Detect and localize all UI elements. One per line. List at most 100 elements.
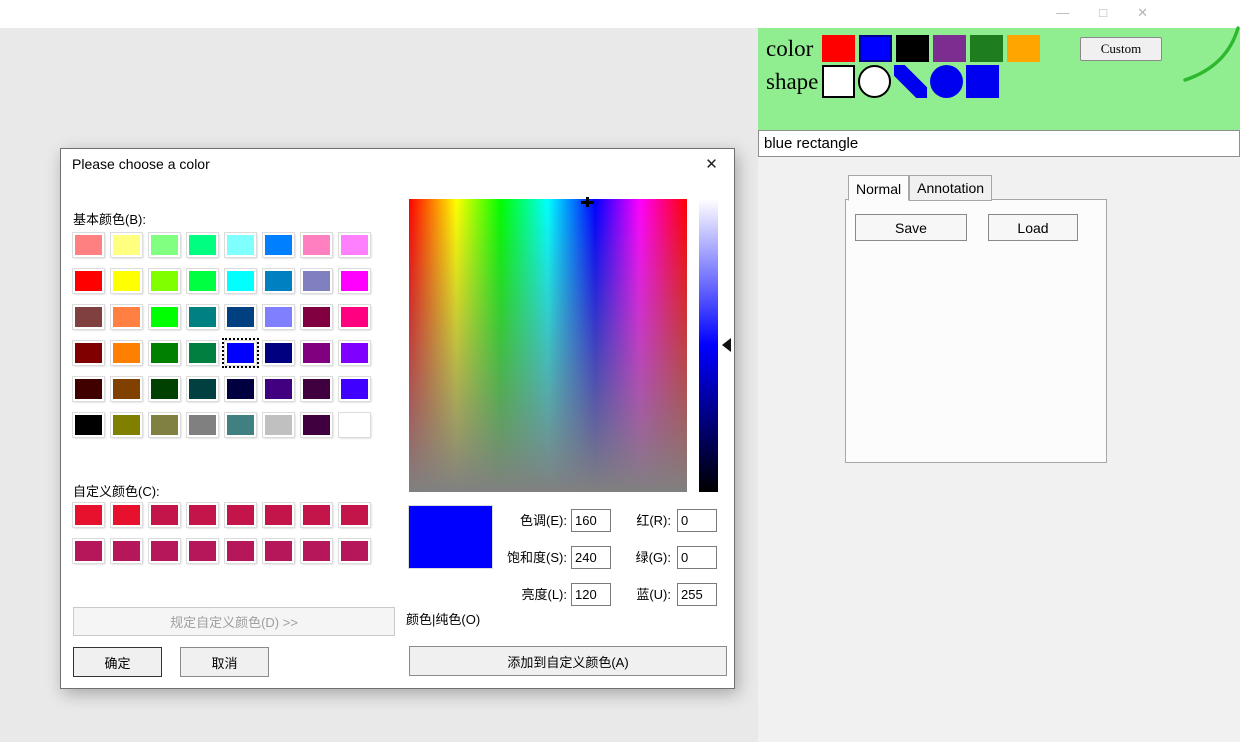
color-swatch[interactable] xyxy=(1007,35,1040,62)
color-swatch[interactable] xyxy=(263,341,294,365)
color-swatch[interactable] xyxy=(225,305,256,329)
color-swatch[interactable] xyxy=(301,503,332,527)
color-swatch[interactable] xyxy=(263,305,294,329)
status-text-field[interactable]: blue rectangle xyxy=(758,130,1240,157)
color-swatch[interactable] xyxy=(263,377,294,401)
luminance-label: 亮度(L): xyxy=(521,587,567,602)
color-swatch[interactable] xyxy=(225,503,256,527)
color-swatch[interactable] xyxy=(301,269,332,293)
color-swatch[interactable] xyxy=(263,413,294,437)
toolbar-shape-circle-outline[interactable] xyxy=(858,65,891,98)
dialog-title: Please choose a color xyxy=(72,156,210,172)
minimize-button[interactable]: — xyxy=(1056,5,1069,21)
color-swatch[interactable] xyxy=(73,539,104,563)
color-swatch[interactable] xyxy=(149,233,180,257)
color-swatch[interactable] xyxy=(225,269,256,293)
toolbar-shape-swatches xyxy=(822,65,1002,98)
toolbar-shape-circle-filled[interactable] xyxy=(930,65,963,98)
color-swatch[interactable] xyxy=(225,539,256,563)
blue-input[interactable] xyxy=(677,583,717,606)
luminance-slider-arrow[interactable] xyxy=(722,338,731,352)
hue-input[interactable] xyxy=(571,509,611,532)
color-swatch[interactable] xyxy=(339,269,370,293)
color-swatch[interactable] xyxy=(111,305,142,329)
color-swatch[interactable] xyxy=(970,35,1003,62)
add-to-custom-colors-button[interactable]: 添加到自定义颜色(A) xyxy=(409,646,727,676)
color-swatch[interactable] xyxy=(111,233,142,257)
color-swatch[interactable] xyxy=(73,377,104,401)
toolbar-shape-line[interactable] xyxy=(894,65,927,98)
color-swatch[interactable] xyxy=(73,413,104,437)
color-swatch[interactable] xyxy=(263,269,294,293)
red-input[interactable] xyxy=(677,509,717,532)
color-swatch[interactable] xyxy=(822,35,855,62)
color-swatch[interactable] xyxy=(933,35,966,62)
color-swatch[interactable] xyxy=(339,377,370,401)
color-swatch[interactable] xyxy=(339,305,370,329)
color-swatch[interactable] xyxy=(73,233,104,257)
dialog-close-icon[interactable]: ✕ xyxy=(689,155,734,173)
color-swatch[interactable] xyxy=(301,233,332,257)
color-swatch[interactable] xyxy=(263,233,294,257)
color-swatch[interactable] xyxy=(339,233,370,257)
color-swatch[interactable] xyxy=(149,413,180,437)
color-swatch[interactable] xyxy=(111,269,142,293)
tab-normal[interactable]: Normal xyxy=(848,175,910,201)
close-button[interactable]: ✕ xyxy=(1137,5,1148,21)
color-swatch[interactable] xyxy=(225,413,256,437)
color-swatch[interactable] xyxy=(111,413,142,437)
luminance-slider[interactable] xyxy=(699,199,718,492)
tab-annotation[interactable]: Annotation xyxy=(909,175,993,201)
color-swatch[interactable] xyxy=(187,341,218,365)
color-swatch[interactable] xyxy=(149,503,180,527)
color-swatch[interactable] xyxy=(339,413,370,437)
color-swatch[interactable] xyxy=(149,539,180,563)
luminance-input[interactable] xyxy=(571,583,611,606)
color-swatch[interactable] xyxy=(301,413,332,437)
color-swatch[interactable] xyxy=(111,377,142,401)
color-swatch[interactable] xyxy=(339,503,370,527)
color-swatch[interactable] xyxy=(149,305,180,329)
color-swatch[interactable] xyxy=(301,341,332,365)
color-swatch[interactable] xyxy=(73,305,104,329)
color-swatch[interactable] xyxy=(225,233,256,257)
color-swatch[interactable] xyxy=(263,503,294,527)
color-swatch[interactable] xyxy=(187,233,218,257)
color-swatch[interactable] xyxy=(859,35,892,62)
hue-saturation-field[interactable] xyxy=(409,197,687,492)
color-swatch[interactable] xyxy=(222,338,259,368)
color-swatch[interactable] xyxy=(301,305,332,329)
save-button[interactable]: Save xyxy=(855,214,967,241)
color-swatch[interactable] xyxy=(187,305,218,329)
color-swatch[interactable] xyxy=(187,539,218,563)
color-swatch[interactable] xyxy=(339,539,370,563)
color-swatch[interactable] xyxy=(339,341,370,365)
color-swatch[interactable] xyxy=(301,377,332,401)
color-swatch[interactable] xyxy=(187,377,218,401)
color-swatch[interactable] xyxy=(187,269,218,293)
color-swatch[interactable] xyxy=(111,539,142,563)
color-swatch[interactable] xyxy=(73,341,104,365)
custom-color-button[interactable]: Custom xyxy=(1080,36,1162,61)
color-swatch[interactable] xyxy=(263,539,294,563)
color-swatch[interactable] xyxy=(149,341,180,365)
color-swatch[interactable] xyxy=(225,377,256,401)
saturation-input[interactable] xyxy=(571,546,611,569)
color-swatch[interactable] xyxy=(73,269,104,293)
color-swatch[interactable] xyxy=(896,35,929,62)
color-swatch[interactable] xyxy=(111,503,142,527)
load-button[interactable]: Load xyxy=(988,214,1078,241)
color-swatch[interactable] xyxy=(301,539,332,563)
green-input[interactable] xyxy=(677,546,717,569)
toolbar-shape-rect-outline[interactable] xyxy=(822,65,855,98)
color-swatch[interactable] xyxy=(187,413,218,437)
cancel-button[interactable]: 取消 xyxy=(180,647,269,677)
maximize-button[interactable]: □ xyxy=(1099,5,1107,21)
color-swatch[interactable] xyxy=(149,269,180,293)
color-swatch[interactable] xyxy=(111,341,142,365)
color-swatch[interactable] xyxy=(187,503,218,527)
color-swatch[interactable] xyxy=(149,377,180,401)
ok-button[interactable]: 确定 xyxy=(73,647,162,677)
toolbar-shape-rect-filled[interactable] xyxy=(966,65,999,98)
color-swatch[interactable] xyxy=(73,503,104,527)
